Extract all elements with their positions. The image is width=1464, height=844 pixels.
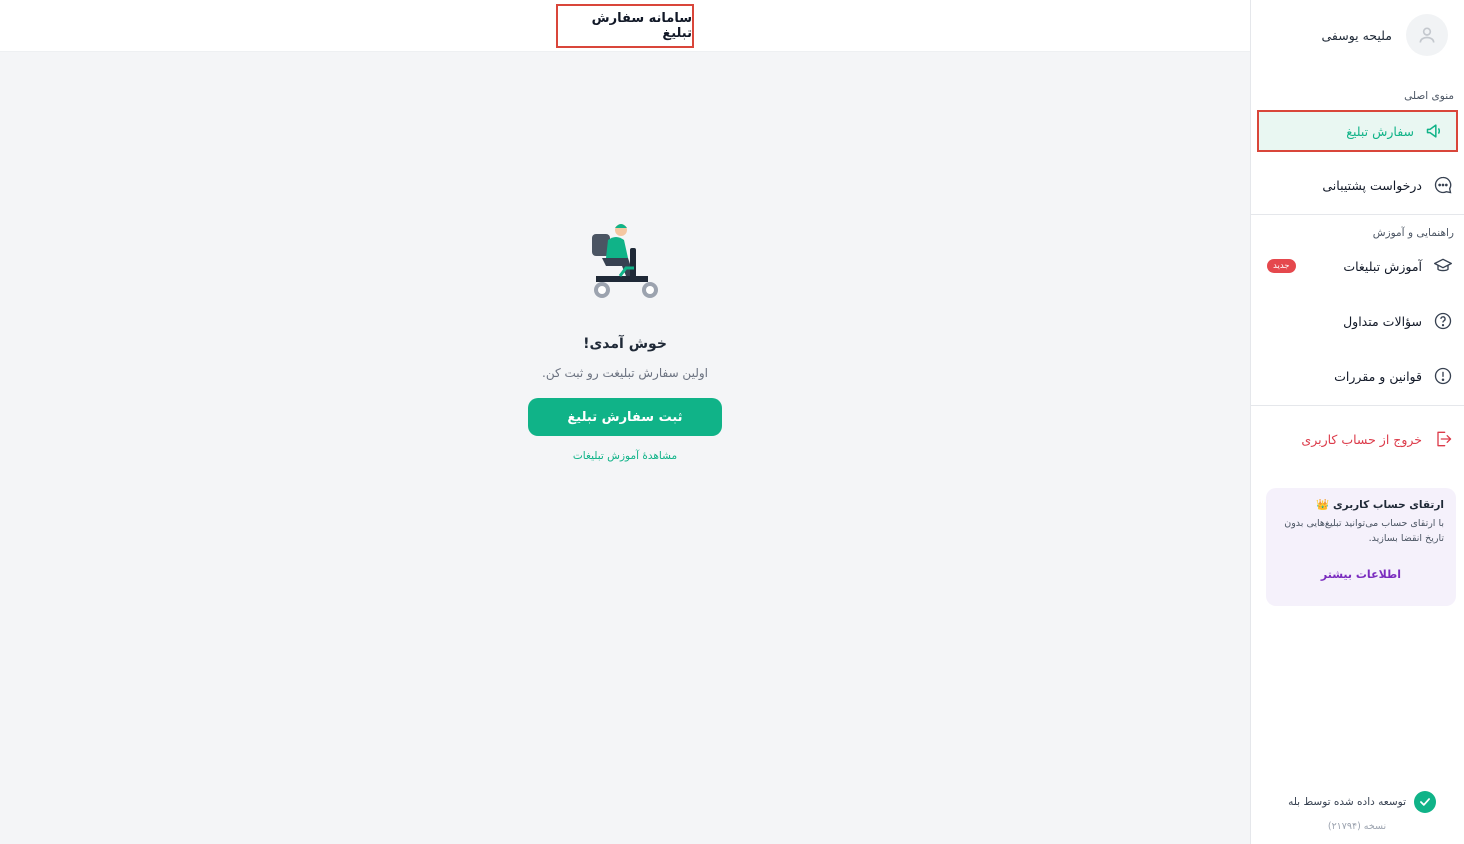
new-badge: جدید — [1267, 259, 1296, 273]
main-menu-label: منوی اصلی — [1404, 90, 1454, 102]
developed-by-text: توسعه داده شده توسط بله — [1288, 796, 1406, 808]
sidebar-item-faq[interactable]: سؤالات متداول — [1251, 300, 1464, 342]
question-icon — [1432, 310, 1454, 332]
upgrade-title: ارتقای حساب کاربری 👑 — [1316, 499, 1444, 511]
profile-name: ملیحه یوسفی — [1321, 27, 1392, 43]
check-badge-icon — [1414, 791, 1436, 813]
sidebar-item-ad-tutorial[interactable]: آموزش تبلیغات جدید — [1251, 245, 1464, 287]
page-title: سامانه سفارش تبلیغ — [556, 4, 694, 48]
logout-label: خروج از حساب کاربری — [1301, 431, 1422, 447]
sidebar-item-label: سفارش تبلیغ — [1346, 123, 1414, 139]
divider — [1251, 214, 1464, 215]
upgrade-text: با ارتقای حساب می‌توانید تبلیغ‌هایی بدون… — [1284, 518, 1444, 544]
version-text: نسخه (۲۱۷۹۴) — [1327, 821, 1387, 832]
logout-icon — [1432, 428, 1454, 450]
divider — [1251, 405, 1464, 406]
graduation-cap-icon — [1432, 255, 1454, 277]
more-info-link[interactable]: اطلاعات بیشتر — [1278, 568, 1444, 581]
sidebar: ملیحه یوسفی منوی اصلی سفارش تبلیغ درخواس… — [1250, 0, 1464, 844]
info-icon — [1432, 365, 1454, 387]
upgrade-card: ارتقای حساب کاربری 👑 با ارتقای حساب می‌ت… — [1266, 488, 1456, 606]
sidebar-item-rules[interactable]: قوانین و مقررات — [1251, 355, 1464, 397]
top-bar: سامانه سفارش تبلیغ — [0, 0, 1250, 52]
user-icon — [1419, 27, 1435, 43]
welcome-heading: خوش آمدی! — [583, 336, 667, 352]
profile[interactable]: ملیحه یوسفی — [1251, 0, 1464, 70]
chat-icon — [1432, 174, 1454, 196]
delivery-rider-illustration — [592, 224, 658, 298]
view-tutorial-link[interactable]: مشاهدهٔ آموزش تبلیغات — [573, 450, 677, 462]
avatar[interactable] — [1406, 14, 1448, 56]
sidebar-item-label: درخواست پشتیبانی — [1322, 177, 1422, 193]
create-ad-order-button[interactable]: ثبت سفارش تبلیغ — [528, 398, 722, 436]
developer-credit: توسعه داده شده توسط بله — [1278, 791, 1436, 813]
sidebar-item-label: قوانین و مقررات — [1334, 368, 1422, 384]
sidebar-item-ad-order[interactable]: سفارش تبلیغ — [1257, 110, 1458, 152]
sidebar-item-label: آموزش تبلیغات — [1343, 258, 1422, 274]
sidebar-item-support[interactable]: درخواست پشتیبانی — [1251, 164, 1464, 206]
megaphone-icon — [1424, 120, 1446, 142]
sidebar-item-label: سؤالات متداول — [1343, 313, 1422, 329]
help-menu-label: راهنمایی و آموزش — [1372, 227, 1454, 239]
logout-button[interactable]: خروج از حساب کاربری — [1251, 418, 1464, 460]
empty-state: خوش آمدی! اولین سفارش تبلیغت رو ثبت کن. … — [500, 220, 750, 462]
footer: توسعه داده شده توسط بله نسخه (۲۱۷۹۴) — [1250, 791, 1464, 832]
welcome-subtext: اولین سفارش تبلیغت رو ثبت کن. — [542, 366, 708, 380]
